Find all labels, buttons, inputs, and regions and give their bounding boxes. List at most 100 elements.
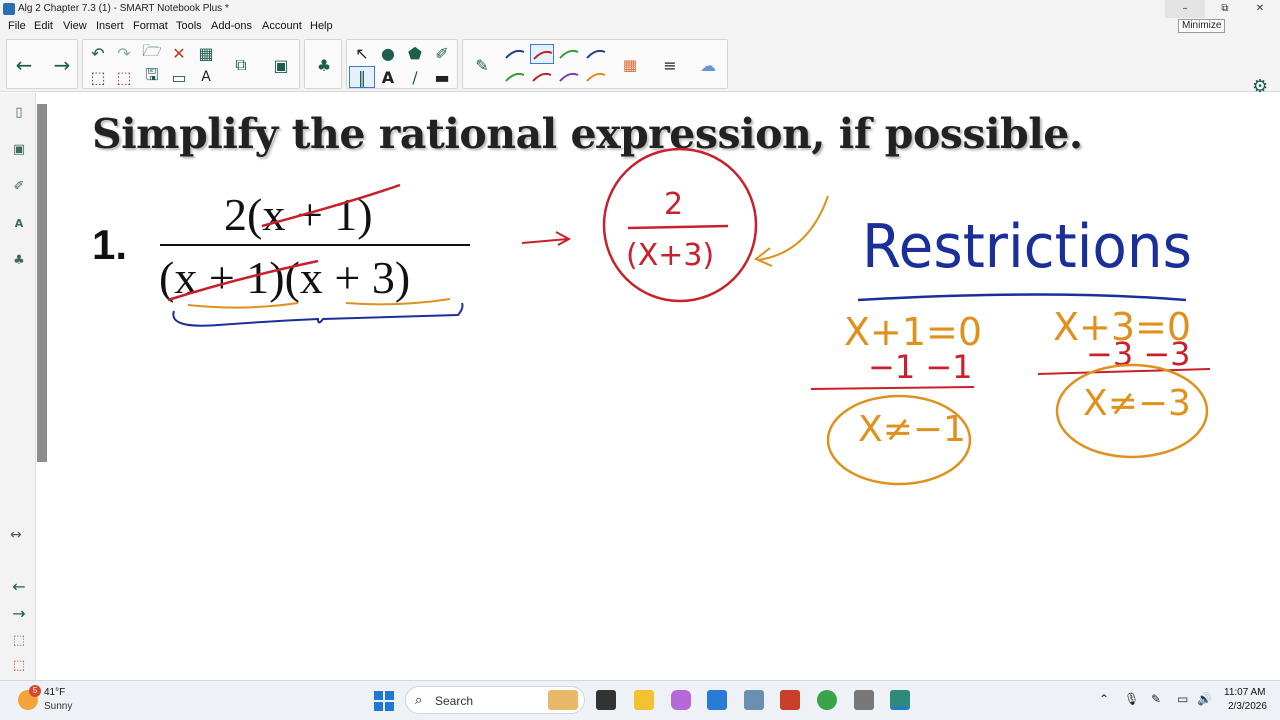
clock-date[interactable]: 2/3/2026 (1228, 701, 1267, 712)
text-recognition-icon[interactable]: A (195, 66, 217, 88)
pen-swatch-7[interactable] (557, 67, 581, 87)
copilot-icon[interactable] (671, 690, 691, 710)
lines-icon[interactable]: ∕ (404, 66, 426, 88)
pen-styles-icon[interactable]: ✎ (471, 54, 493, 76)
delete-page-icon[interactable]: ⬚ (113, 66, 135, 88)
smart-notebook-app-icon (3, 3, 15, 15)
answer-numerator: 2 (664, 187, 683, 222)
pen-group: ✎ ▦ ≡ ☁ (462, 39, 728, 89)
ink-layer: 2 (X+3) Restrictions X+1=0 −1 −1 X≠−1 X+… (167, 147, 1211, 486)
settings-app-icon[interactable] (854, 690, 874, 710)
pen-tray-icon[interactable]: ✎ (1151, 692, 1161, 706)
screen-shade-icon[interactable]: ▭ (168, 66, 190, 88)
pen-swatch-1[interactable] (503, 44, 527, 64)
add-page-icon[interactable]: ⬚ (10, 631, 28, 649)
pen-swatch-3[interactable] (557, 44, 581, 64)
minimize-button[interactable]: – (1165, 0, 1205, 18)
menu-addons[interactable]: Add-ons (211, 20, 252, 32)
answer-circle (602, 147, 758, 303)
menu-insert[interactable]: Insert (96, 20, 124, 32)
save-icon[interactable]: 🖫 (141, 65, 163, 88)
store-icon[interactable] (707, 690, 727, 710)
window-title: Alg 2 Chapter 7.3 (1) - SMART Notebook P… (18, 3, 229, 14)
menu-account[interactable]: Account (262, 20, 302, 32)
camera-icon[interactable]: ▣ (270, 54, 292, 76)
previous-page-icon[interactable]: ← (10, 577, 28, 596)
notebook-page[interactable]: Simplify the rational expression, if pos… (48, 93, 1280, 680)
shapes-icon[interactable]: ● (377, 42, 399, 64)
underline-factor-1 (187, 302, 299, 309)
main-toolbar: ← → ↶ ↷ 🗁 ✕ ▦ ⬚ ⬚ 🖫 ▭ A ⧉ ▣ ♣ ↖ ● ⬟ ✐ ‖ … (0, 36, 1280, 120)
clock-time[interactable]: 11:07 AM (1224, 687, 1266, 698)
network-icon[interactable]: ▭ (1177, 692, 1188, 706)
magic-pen-icon[interactable]: ☁ (697, 54, 719, 76)
minimize-tooltip: Minimize (1178, 19, 1226, 33)
title-bar: Alg 2 Chapter 7.3 (1) - SMART Notebook P… (0, 0, 1280, 18)
next-page-icon[interactable]: → (10, 604, 28, 623)
task-view-icon[interactable] (596, 690, 616, 710)
answer-fraction-bar (627, 224, 729, 230)
paste-icon[interactable]: ⧉ (230, 54, 252, 76)
menu-view[interactable]: View (63, 20, 87, 32)
redo-icon[interactable]: ↷ (113, 42, 135, 64)
edit-group: ↶ ↷ 🗁 ✕ ▦ ⬚ ⬚ 🖫 ▭ A ⧉ ▣ (82, 39, 300, 89)
start-button[interactable] (374, 691, 394, 711)
chevron-up-icon[interactable]: ⌃ (1099, 692, 1109, 706)
menu-edit[interactable]: Edit (34, 20, 53, 32)
properties-icon[interactable]: A (10, 214, 28, 232)
arrow-to-answer (521, 231, 572, 246)
smart-notebook-window: Alg 2 Chapter 7.3 (1) - SMART Notebook P… (0, 0, 1280, 720)
search-label: Search (435, 694, 474, 708)
addon-icon[interactable]: ♣ (313, 54, 335, 76)
resize-handle-icon[interactable]: ↔ (10, 527, 22, 543)
select-icon[interactable]: ↖ (351, 42, 373, 64)
delete-page-icon[interactable]: ⬚ (10, 656, 28, 674)
equation-1-step: −1 −1 (868, 348, 973, 386)
table-icon[interactable]: ▦ (195, 42, 217, 64)
gallery-icon[interactable]: ▣ (10, 140, 28, 158)
equation-2-result: X≠−3 (1083, 383, 1191, 424)
pen-swatch-8[interactable] (584, 67, 608, 87)
underline-factor-2 (345, 298, 451, 306)
attachments-icon[interactable]: ✐ (10, 177, 28, 195)
remote-desktop-icon[interactable] (744, 690, 764, 710)
close-button[interactable]: ✕ (1240, 0, 1280, 18)
file-explorer-icon[interactable] (634, 690, 654, 710)
volume-icon[interactable]: 🔊 (1197, 692, 1212, 706)
open-file-icon[interactable]: 🗁 (141, 41, 163, 64)
color-palette-icon[interactable]: ▦ (619, 54, 641, 76)
vertical-scrollbar[interactable] (37, 104, 47, 462)
office-icon[interactable] (780, 690, 800, 710)
pen-swatch-4[interactable] (584, 44, 608, 64)
pen-swatch-2[interactable] (530, 44, 554, 64)
weather-condition[interactable]: Sunny (44, 701, 72, 712)
add-page-icon[interactable]: ⬚ (87, 66, 109, 88)
page-sorter-icon[interactable]: ▯ (10, 103, 28, 121)
text-icon[interactable]: A (377, 66, 399, 88)
pens-icon[interactable]: ‖ (349, 66, 375, 88)
smart-notebook-icon[interactable] (890, 690, 910, 710)
eraser-icon[interactable]: ▬ (431, 66, 453, 88)
line-properties-icon[interactable]: ≡ (659, 54, 681, 76)
pen-swatch-5[interactable] (503, 67, 527, 87)
weather-temperature[interactable]: 41°F (44, 687, 65, 698)
answer-denominator: (X+3) (626, 238, 714, 273)
fill-icon[interactable]: ✐ (431, 42, 453, 64)
menu-help[interactable]: Help (310, 20, 333, 32)
menu-format[interactable]: Format (133, 20, 168, 32)
polygon-icon[interactable]: ⬟ (404, 42, 426, 64)
undo-icon[interactable]: ↶ (87, 42, 109, 64)
navigation-group: ← → (6, 39, 78, 89)
addons-icon[interactable]: ♣ (10, 251, 28, 269)
menu-file[interactable]: File (8, 20, 26, 32)
widgets-icon[interactable] (548, 690, 578, 710)
pen-swatch-6[interactable] (530, 67, 554, 87)
delete-icon[interactable]: ✕ (168, 42, 190, 64)
restrictions-underline (857, 293, 1187, 302)
menu-tools[interactable]: Tools (176, 20, 202, 32)
maximize-button[interactable]: ⧉ (1205, 0, 1245, 18)
chrome-icon[interactable] (817, 690, 837, 710)
forward-arrow-icon[interactable]: → (51, 53, 73, 77)
back-arrow-icon[interactable]: ← (13, 53, 35, 77)
microphone-icon[interactable]: 🎙 (1124, 692, 1139, 706)
